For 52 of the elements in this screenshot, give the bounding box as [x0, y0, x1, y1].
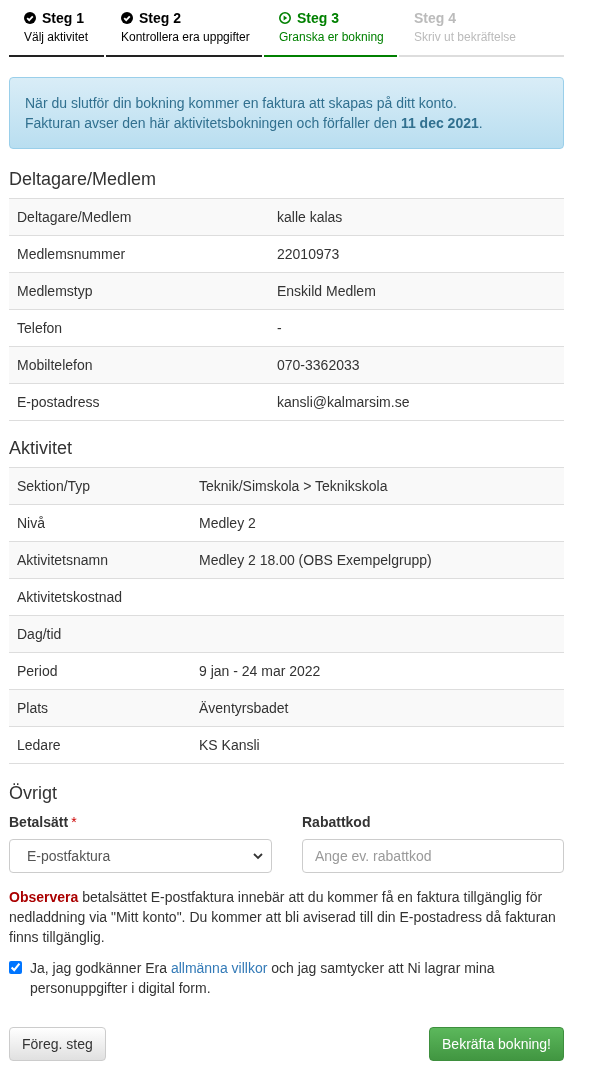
- consent-text: Ja, jag godkänner Era allmänna villkor och jag samtycker att Ni lagrar mina personuppgifter i digital form.: [30, 959, 496, 998]
- field-label: Plats: [16, 698, 50, 718]
- step-subtitle: Skriv ut bekräftelse: [414, 29, 518, 45]
- field-label: Mobiltelefon: [16, 355, 94, 375]
- play-circle-icon: [279, 12, 291, 24]
- field-label: Medlemstyp: [16, 281, 94, 301]
- step-subtitle: Kontrollera era uppgifter: [121, 29, 251, 45]
- field-label: Betalsätt: [9, 812, 69, 832]
- terms-checkbox[interactable]: [9, 961, 22, 974]
- field-value: Äventyrsbadet: [198, 698, 289, 718]
- field-label: Aktivitetsnamn: [16, 550, 110, 570]
- terms-link[interactable]: allmänna villkor: [170, 960, 268, 976]
- payment-note: Observera betalsättet E-postfaktura innebär att du kommer få en faktura tillgänglig för nedladdning via "Mitt konto". Du kommer att bli aviserad till din E-postadress då fakturan finns tillgänglig.: [9, 888, 557, 947]
- step-subtitle: Välj aktivitet: [24, 29, 90, 45]
- field-value: -: [276, 318, 282, 338]
- step-title: Steg 3: [297, 8, 339, 28]
- field-value: 9 jan - 24 mar 2022: [198, 661, 321, 681]
- field-value: kansli@kalmarsim.se: [276, 392, 410, 412]
- field-label: Sektion/Typ: [16, 476, 92, 496]
- field-value: KS Kansli: [198, 735, 260, 755]
- field-label: Deltagare/Medlem: [16, 207, 133, 227]
- field-label: Rabattkod: [302, 812, 371, 832]
- section-heading: Deltagare/Medlem: [9, 168, 158, 190]
- chevron-down-icon: [253, 852, 263, 860]
- check-circle-icon: [121, 12, 133, 24]
- field-label: Ledare: [16, 735, 62, 755]
- field-value: Enskild Medlem: [276, 281, 376, 301]
- field-label: Nivå: [16, 513, 46, 533]
- section-heading: Övrigt: [9, 782, 58, 804]
- field-label: Telefon: [16, 318, 64, 338]
- field-label: Medlemsnummer: [16, 244, 127, 264]
- section-heading: Aktivitet: [9, 437, 74, 459]
- field-value: 22010973: [276, 244, 340, 264]
- field-value: 070-3362033: [276, 355, 360, 375]
- field-label: Period: [16, 661, 59, 681]
- previous-step-button[interactable]: Föreg. steg: [9, 1027, 106, 1061]
- field-label: E-postadress: [16, 392, 101, 412]
- discount-code-field[interactable]: Ange ev. rabattkod: [302, 839, 564, 873]
- info-message: När du slutför din bokning kommer en faktura att skapas på ditt konto. Fakturan avser den här aktivitetsbokningen och förfaller den 11 dec 2021.: [25, 94, 483, 133]
- step-title: Steg 1: [42, 8, 84, 28]
- field-value: Medley 2 18.00 (OBS Exempelgrupp): [198, 550, 432, 570]
- required-mark: *: [71, 812, 77, 832]
- step-subtitle: Granska er bokning: [279, 29, 385, 45]
- step-title: Steg 4: [414, 8, 456, 28]
- field-label: Dag/tid: [16, 624, 63, 644]
- field-value: kalle kalas: [276, 207, 343, 227]
- field-label: Aktivitetskostnad: [16, 587, 124, 607]
- payment-select[interactable]: E-postfaktura: [9, 839, 272, 873]
- step-title: Steg 2: [139, 8, 181, 28]
- field-value: Medley 2: [198, 513, 256, 533]
- field-value: Teknik/Simskola > Teknikskola: [198, 476, 388, 496]
- check-circle-icon: [24, 12, 36, 24]
